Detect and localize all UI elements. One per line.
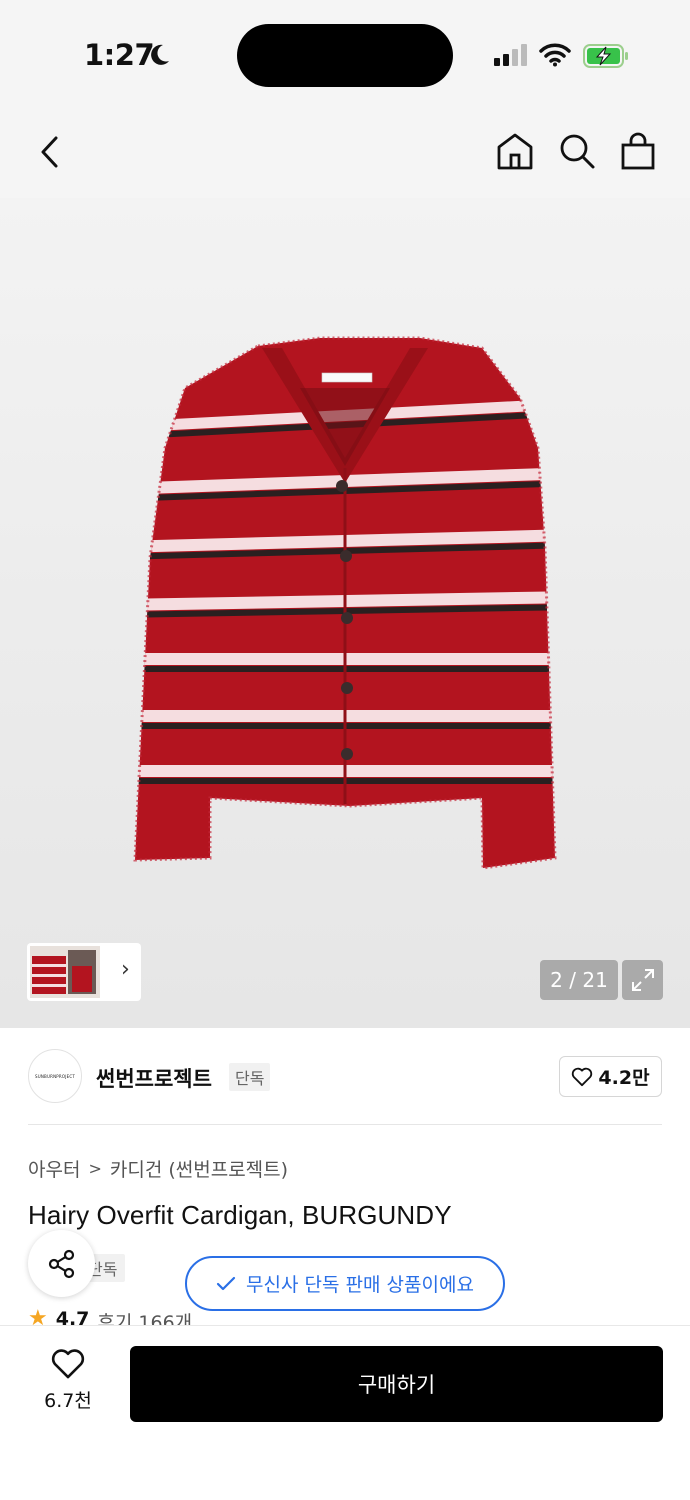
status-bar: 1:27 bbox=[0, 0, 690, 110]
cart-button[interactable] bbox=[617, 130, 659, 172]
image-counter: 2 / 21 bbox=[540, 960, 618, 1000]
breadcrumb-subcategory[interactable]: 카디건 (썬번프로젝트) bbox=[110, 1155, 288, 1182]
toast-message: 무신사 단독 판매 상품이에요 bbox=[246, 1274, 474, 1296]
back-chevron-icon bbox=[41, 136, 58, 168]
bottom-action-bar: 6.7천 구매하기 bbox=[0, 1325, 690, 1500]
expand-button[interactable] bbox=[622, 960, 663, 1000]
battery-charging-icon bbox=[583, 44, 628, 68]
brand-name[interactable]: 썬번프로젝트 bbox=[96, 1063, 212, 1093]
expand-icon bbox=[631, 969, 654, 991]
rating-row[interactable]: ★ 4.7 후기 166개 bbox=[28, 1308, 192, 1326]
product-title: Hairy Overfit Cardigan, BURGUNDY bbox=[28, 1200, 452, 1230]
home-icon bbox=[497, 133, 533, 170]
thumbnail-strip[interactable]: › bbox=[27, 943, 141, 1001]
back-button[interactable] bbox=[30, 132, 70, 172]
thumbnail-next-arrow: › bbox=[121, 957, 130, 982]
star-icon: ★ bbox=[28, 1308, 48, 1326]
product-image-gallery[interactable]: › 2 / 21 bbox=[0, 198, 690, 1028]
thumbnail-image bbox=[30, 946, 100, 998]
buy-button[interactable]: 구매하기 bbox=[130, 1346, 663, 1422]
brand-like-count: 4.2만 bbox=[598, 1067, 650, 1089]
home-button[interactable] bbox=[494, 130, 536, 172]
wifi-icon bbox=[539, 43, 571, 67]
review-count: 후기 166개 bbox=[97, 1312, 193, 1326]
status-time: 1:27 bbox=[84, 38, 155, 72]
breadcrumb-separator: > bbox=[88, 1159, 102, 1178]
wishlist-count: 6.7천 bbox=[44, 1390, 92, 1412]
top-navigation bbox=[0, 110, 690, 198]
moon-icon bbox=[151, 44, 169, 65]
heart-icon bbox=[572, 1067, 593, 1086]
breadcrumb-category[interactable]: 아우터 bbox=[28, 1155, 80, 1182]
search-icon bbox=[560, 134, 595, 169]
check-icon bbox=[216, 1276, 236, 1290]
brand-logo[interactable]: SUNBURNPROJECT bbox=[28, 1049, 82, 1103]
heart-icon bbox=[51, 1349, 85, 1379]
product-image bbox=[133, 336, 557, 870]
share-button[interactable] bbox=[28, 1230, 95, 1297]
breadcrumb: 아우터 > 카디건 (썬번프로젝트) bbox=[28, 1155, 288, 1182]
exclusive-toast: 무신사 단독 판매 상품이에요 bbox=[185, 1256, 505, 1311]
brand-like-button[interactable]: 4.2만 bbox=[559, 1056, 662, 1097]
shopping-bag-icon bbox=[621, 132, 655, 170]
search-button[interactable] bbox=[556, 130, 598, 172]
brand-logo-text: SUNBURNPROJECT bbox=[35, 1073, 75, 1079]
rating-score: 4.7 bbox=[55, 1308, 90, 1326]
brand-exclusive-badge: 단독 bbox=[229, 1063, 271, 1091]
divider bbox=[28, 1124, 662, 1125]
wishlist-button[interactable]: 6.7천 bbox=[38, 1348, 98, 1413]
brand-row: SUNBURNPROJECT 썬번프로젝트 단독 4.2만 bbox=[0, 1028, 690, 1126]
cellular-signal-icon bbox=[494, 44, 527, 66]
share-icon bbox=[48, 1249, 74, 1278]
dynamic-island bbox=[237, 24, 453, 87]
